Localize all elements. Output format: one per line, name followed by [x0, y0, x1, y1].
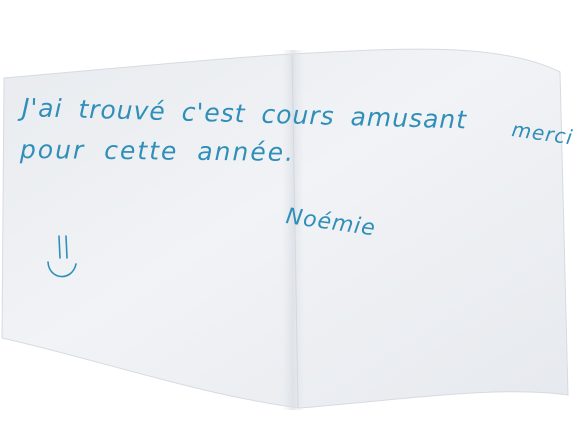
- photo-stage: J'ai trouvé c'est cours amusant merci po…: [0, 0, 577, 433]
- smiley-right-eye: [65, 235, 68, 259]
- note-line-2: pour cette année.: [19, 135, 296, 167]
- smiley-left-eye: [58, 235, 61, 259]
